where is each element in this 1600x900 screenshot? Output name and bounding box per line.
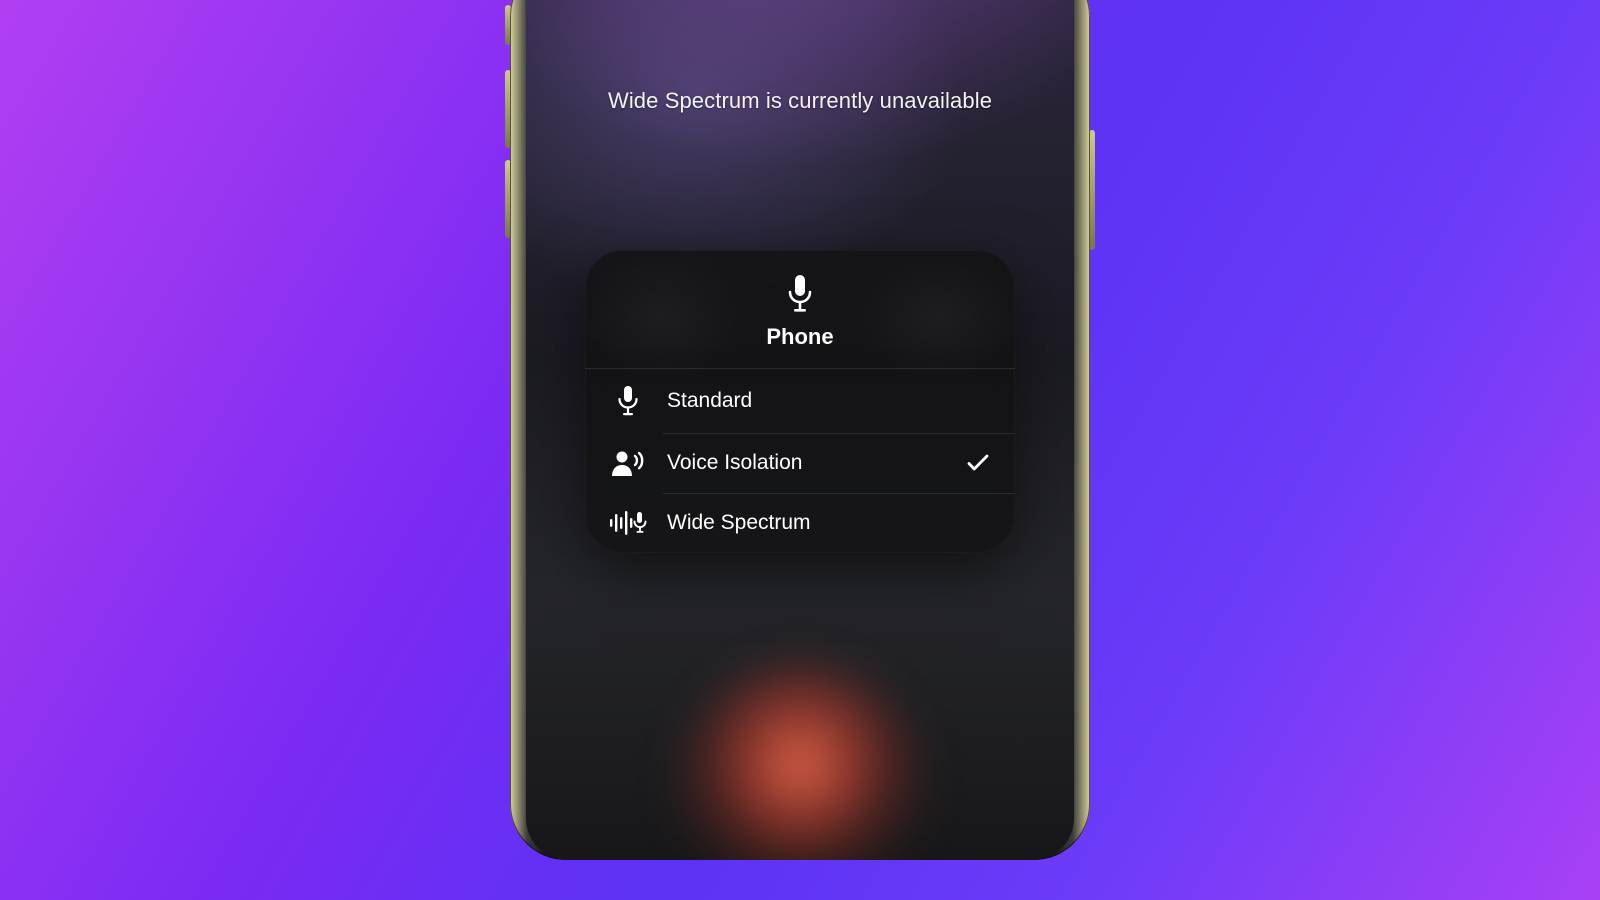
status-toast: Wide Spectrum is currently unavailable (526, 88, 1074, 114)
mic-mode-card: Phone Standard (585, 250, 1015, 553)
waveform-mic-icon (609, 509, 647, 537)
mic-mode-option-label: Standard (667, 389, 945, 413)
status-toast-text: Wide Spectrum is currently unavailable (608, 88, 992, 113)
mic-mode-option-voice-isolation[interactable]: Voice Isolation (585, 433, 1015, 493)
person-speaking-icon (609, 449, 647, 477)
phone-mockup: Wide Spectrum is currently unavailable P… (510, 0, 1090, 860)
mic-mode-card-header: Phone (585, 250, 1015, 369)
mic-mode-option-label: Voice Isolation (667, 451, 945, 475)
mic-mode-option-wide-spectrum[interactable]: Wide Spectrum (585, 493, 1015, 553)
mic-mode-option-standard[interactable]: Standard (585, 369, 1015, 433)
mic-mode-card-title: Phone (766, 324, 833, 350)
bottom-glow (670, 660, 930, 860)
microphone-icon (609, 385, 647, 417)
mic-mode-option-label: Wide Spectrum (667, 511, 945, 535)
backdrop: Wide Spectrum is currently unavailable P… (0, 0, 1600, 900)
microphone-icon (786, 274, 814, 314)
checkmark-icon (965, 454, 991, 472)
phone-screen: Wide Spectrum is currently unavailable P… (526, 0, 1074, 860)
